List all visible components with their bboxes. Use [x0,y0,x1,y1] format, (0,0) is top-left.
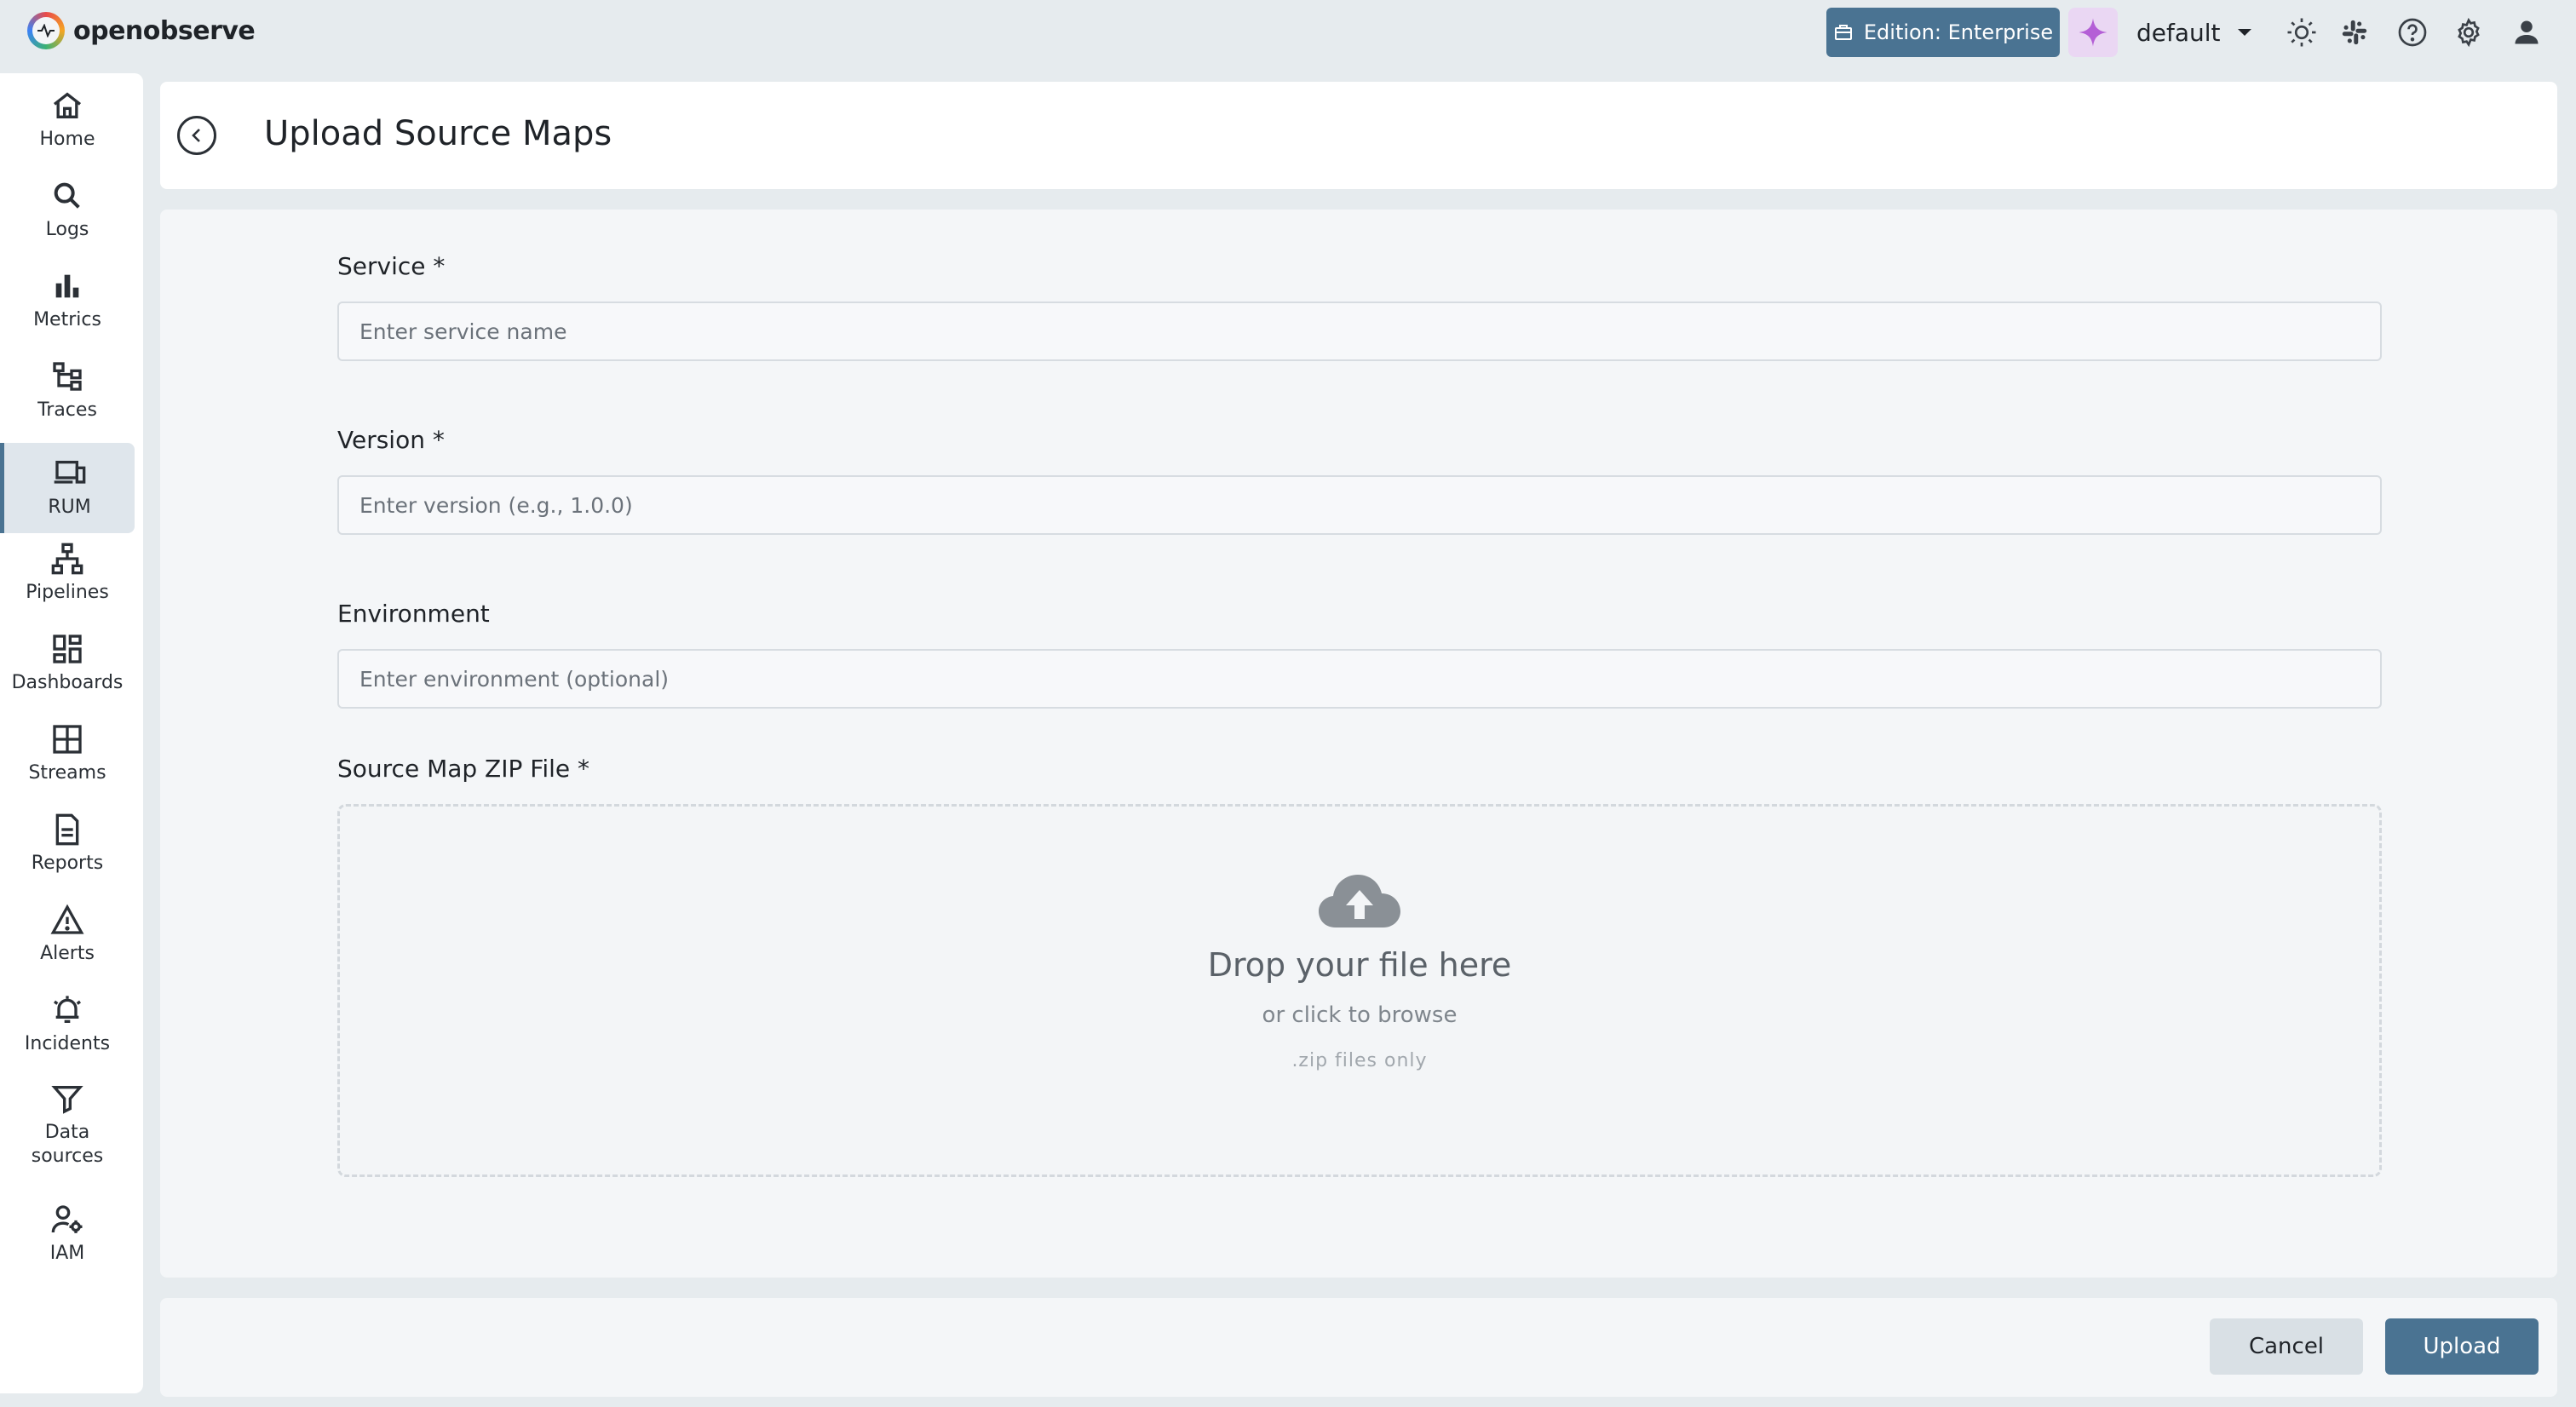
page-header: Upload Source Maps [160,82,2557,189]
environment-label: Environment [337,600,490,628]
sidebar-item-logs[interactable]: Logs [0,165,135,256]
edition-button[interactable]: Edition: Enterprise [1826,8,2060,57]
form-footer: Cancel Upload [160,1298,2557,1397]
sidebar-item-label: Traces [37,399,97,421]
sidebar-item-label: Logs [45,219,89,240]
sidebar-item-label: Pipelines [26,582,109,603]
back-button[interactable] [177,116,216,155]
cancel-button[interactable]: Cancel [2210,1318,2363,1375]
sidebar-item-home[interactable]: Home [0,75,135,165]
settings-icon[interactable] [2452,15,2486,49]
cloud-upload-icon [1319,875,1400,927]
caret-down-icon [2237,29,2251,36]
search-icon [54,182,80,209]
top-bar: openobserve Edition: Enterprise default [0,0,2576,65]
sidebar-item-pipelines[interactable]: Pipelines [0,528,135,618]
version-label: Version * [337,426,445,454]
theme-toggle-icon[interactable] [2285,15,2319,49]
sidebar-item-label: Alerts [40,943,95,964]
sidebar-item-reports[interactable]: Reports [0,799,135,889]
sidebar-item-dashboards[interactable]: Dashboards [0,618,135,709]
sidebar-item-label: Metrics [33,309,101,330]
sidebar-item-label: Data sources [31,1122,104,1167]
enterprise-icon [1834,25,1852,40]
sidebar-item-label: IAM [49,1243,85,1264]
slack-icon[interactable] [2337,15,2372,49]
zip-file-label: Source Map ZIP File * [337,755,590,783]
sidebar: Home Logs Metrics Traces RUM Pipelines D… [0,73,143,1393]
sidebar-item-label: Incidents [24,1033,111,1054]
file-dropzone[interactable]: Drop your file here or click to browse .… [337,804,2382,1177]
traces-icon [53,362,82,391]
drop-title: Drop your file here [1207,946,1512,984]
iam-icon [51,1205,83,1233]
user-icon[interactable] [2510,15,2544,49]
upload-form: Service * Version * Environment Source M… [160,210,2557,1278]
ai-assistant-button[interactable] [2068,8,2118,57]
sidebar-item-rum[interactable]: RUM [0,443,135,533]
pipelines-icon [51,543,83,575]
sidebar-item-incidents[interactable]: Incidents [0,979,135,1070]
sidebar-item-label: RUM [48,497,91,518]
sidebar-item-metrics[interactable]: Metrics [0,256,135,346]
org-name: default [2136,18,2221,47]
service-label: Service * [337,252,446,280]
sidebar-item-traces[interactable]: Traces [0,346,135,436]
incidents-icon [54,996,81,1023]
drop-hint: .zip files only [1291,1050,1428,1071]
version-input[interactable] [337,475,2382,535]
service-input[interactable] [337,302,2382,361]
dashboards-icon [53,635,82,663]
sidebar-item-label: Streams [28,762,106,784]
sidebar-item-label: Home [39,129,95,150]
reports-icon [55,813,79,846]
org-selector[interactable]: default [2136,12,2253,53]
upload-button[interactable]: Upload [2385,1318,2539,1375]
home-icon [53,92,82,118]
help-icon[interactable] [2395,15,2429,49]
alert-icon [50,904,84,934]
sidebar-item-data-sources[interactable]: Data sources [0,1070,135,1180]
sidebar-item-label: Dashboards [11,672,124,693]
sidebar-item-streams[interactable]: Streams [0,709,135,799]
edition-label: Edition: Enterprise [1863,20,2054,44]
bar-chart-icon [55,274,79,298]
logo[interactable]: openobserve [27,12,256,49]
sidebar-item-label: Reports [31,853,104,874]
sparkle-icon [2079,18,2107,47]
logo-text: openobserve [73,15,256,46]
drop-subtitle: or click to browse [1262,1002,1458,1028]
devices-icon [54,461,85,484]
sidebar-item-iam[interactable]: IAM [0,1189,135,1279]
chevron-left-icon [192,129,200,142]
streams-icon [53,725,82,754]
environment-input[interactable] [337,649,2382,709]
filter-icon [51,1086,83,1114]
sidebar-item-alerts[interactable]: Alerts [0,889,135,979]
openobserve-logo-icon [27,12,65,49]
page-title: Upload Source Maps [264,114,612,153]
